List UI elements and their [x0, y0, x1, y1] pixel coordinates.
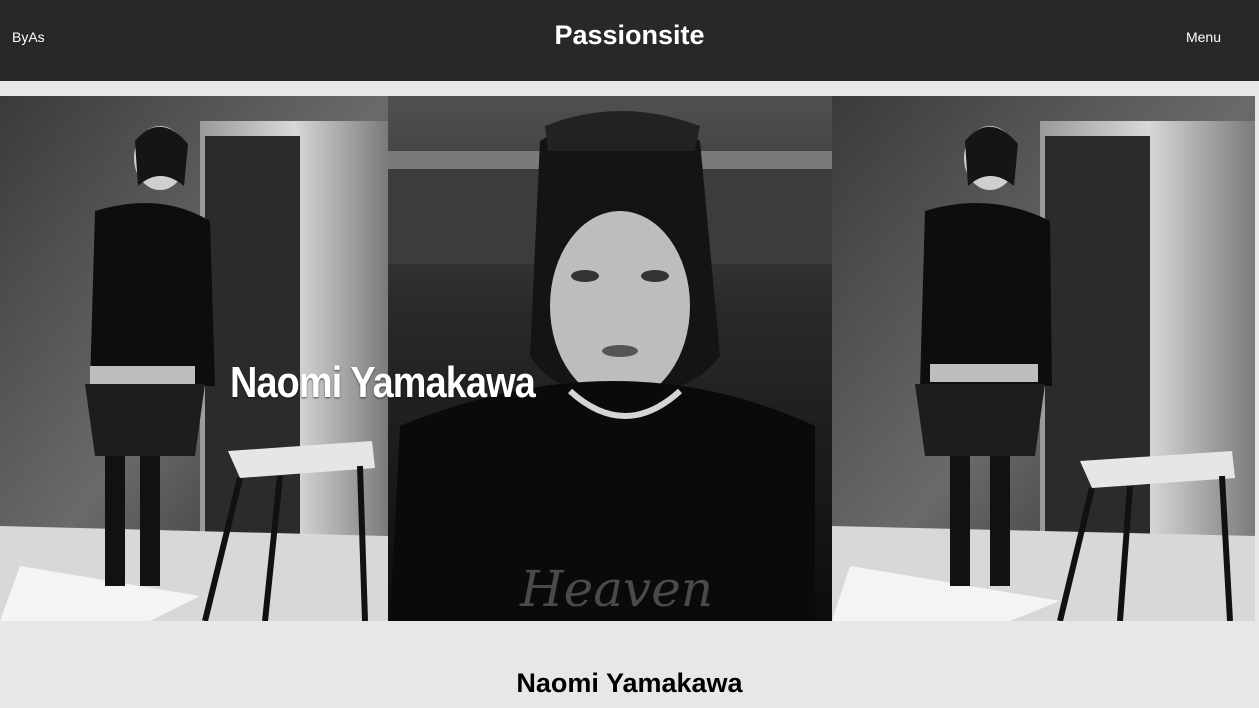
menu-button[interactable]: Menu: [1186, 29, 1221, 45]
hero-collage: Heaven Naomi Yamakawa: [0, 96, 1255, 621]
page-heading: Naomi Yamakawa: [516, 668, 743, 698]
page-edge: [1255, 96, 1259, 708]
hero-overlay-title: Naomi Yamakawa: [230, 358, 536, 407]
photo-right: [832, 96, 1255, 621]
svg-text:Heaven: Heaven: [519, 560, 713, 618]
site-header: ByAs Passionsite Menu: [0, 0, 1259, 81]
hero-photo-collage: Heaven: [0, 96, 1255, 621]
header-spacer: [0, 81, 1259, 96]
site-title[interactable]: Passionsite: [0, 20, 1259, 51]
